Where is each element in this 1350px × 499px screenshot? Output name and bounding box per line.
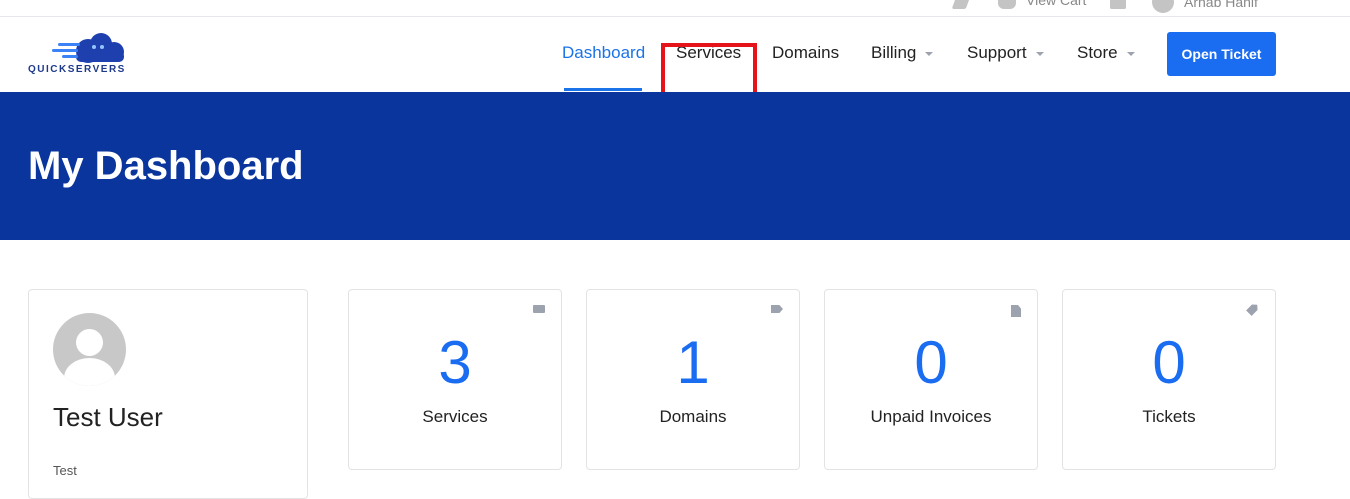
stat-tile-services[interactable]: 3 Services xyxy=(348,289,562,470)
view-cart-link[interactable]: View Cart xyxy=(998,0,1086,9)
nav-domains-label: Domains xyxy=(772,43,840,62)
notifications-link[interactable] xyxy=(1110,0,1136,9)
share-link[interactable] xyxy=(951,0,979,9)
nav-store[interactable]: Store xyxy=(1077,43,1135,63)
hero-banner: My Dashboard xyxy=(0,92,1350,240)
page-title: My Dashboard xyxy=(28,144,304,188)
stat-tile-tickets[interactable]: 0 Tickets xyxy=(1062,289,1276,470)
stat-value: 0 xyxy=(914,329,948,396)
chevron-down-icon xyxy=(1035,52,1044,56)
ticket-icon xyxy=(1246,302,1260,316)
nav-billing[interactable]: Billing xyxy=(871,43,934,63)
top-utility-bar: View Cart Arnab Hanif xyxy=(0,0,1350,17)
nav-billing-label: Billing xyxy=(871,43,917,62)
nav-dashboard-label: Dashboard xyxy=(562,43,646,62)
stat-label: Domains xyxy=(659,407,727,426)
profile-company: Test xyxy=(53,463,77,478)
nav-domains[interactable]: Domains xyxy=(772,43,839,63)
stat-value: 3 xyxy=(438,329,472,396)
nav-support[interactable]: Support xyxy=(967,43,1044,63)
file-icon xyxy=(1011,305,1021,317)
open-ticket-button[interactable]: Open Ticket xyxy=(1167,32,1276,76)
tag-icon xyxy=(771,305,783,313)
profile-name: Test User xyxy=(53,402,163,432)
server-icon xyxy=(533,305,545,313)
chevron-down-icon xyxy=(1126,52,1135,56)
brand-logo[interactable]: QUICKSERVERS xyxy=(28,31,134,77)
active-nav-indicator xyxy=(564,88,642,91)
stat-value: 0 xyxy=(1152,329,1186,396)
stat-value: 1 xyxy=(676,329,710,396)
stat-tile-domains[interactable]: 1 Domains xyxy=(586,289,800,470)
cart-icon xyxy=(998,0,1016,9)
cloud-logo-icon xyxy=(52,33,124,63)
main-navbar: QUICKSERVERS Dashboard Services Domains … xyxy=(0,17,1350,100)
profile-card: Test User Test xyxy=(28,289,308,499)
nav-dashboard[interactable]: Dashboard xyxy=(562,43,645,63)
nav-support-label: Support xyxy=(967,43,1027,62)
stat-label: Services xyxy=(422,407,488,426)
user-menu-label: Arnab Hanif xyxy=(1184,0,1258,10)
chevron-down-icon xyxy=(925,52,934,56)
bell-icon xyxy=(1110,0,1126,9)
user-avatar-icon xyxy=(1152,0,1174,13)
share-icon xyxy=(951,0,973,9)
stat-tile-unpaid-invoices[interactable]: 0 Unpaid Invoices xyxy=(824,289,1038,470)
view-cart-label: View Cart xyxy=(1026,0,1087,8)
brand-name: QUICKSERVERS xyxy=(28,64,126,75)
stat-label: Tickets xyxy=(1142,407,1196,426)
stat-label: Unpaid Invoices xyxy=(870,407,992,426)
nav-store-label: Store xyxy=(1077,43,1118,62)
avatar xyxy=(53,313,126,386)
user-menu[interactable]: Arnab Hanif xyxy=(1152,0,1258,13)
